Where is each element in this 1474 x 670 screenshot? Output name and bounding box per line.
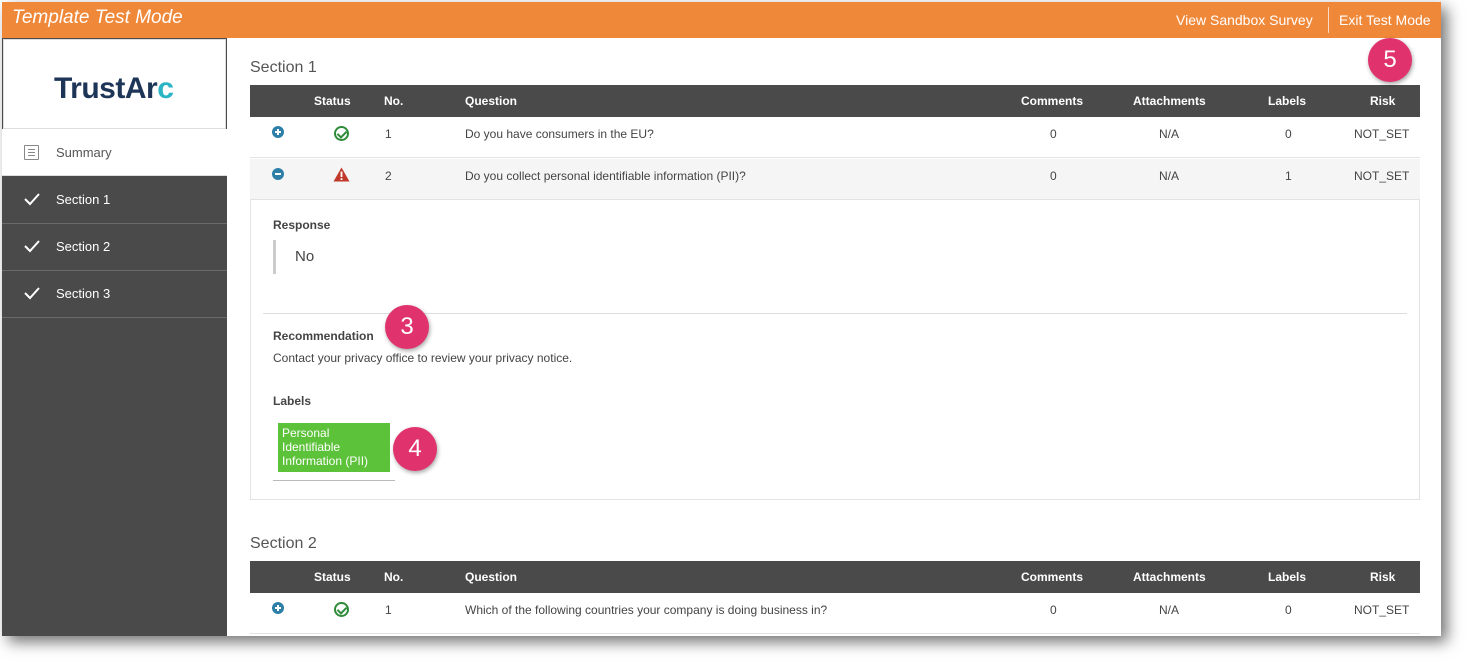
col-status: Status: [314, 570, 351, 584]
app-window: Template Test Mode View Sandbox Survey E…: [2, 2, 1441, 636]
row-no: 1: [385, 127, 392, 141]
table-row: 1 Which of the following countries your …: [250, 593, 1420, 634]
sidebar-item-label: Section 2: [56, 239, 111, 254]
row-labels: 0: [1285, 603, 1292, 617]
label-chip-pii: Personal Identifiable Information (PII): [278, 423, 390, 472]
trustarc-logo: TrustArc: [54, 72, 174, 105]
row-comments: 0: [1050, 127, 1057, 141]
main-content: Section 1 Status No. Question Comments A…: [227, 38, 1441, 636]
col-attachments: Attachments: [1133, 94, 1206, 108]
topbar-divider: [1328, 7, 1329, 33]
callout-badge-5: 5: [1368, 38, 1412, 82]
row-risk: NOT_SET: [1354, 169, 1410, 183]
divider: [263, 313, 1407, 314]
recommendation-text: Contact your privacy office to review yo…: [273, 351, 573, 365]
sidebar-item-label: Section 1: [56, 192, 111, 207]
divider: [273, 480, 395, 481]
col-question: Question: [465, 94, 518, 108]
row-risk: NOT_SET: [1354, 603, 1410, 617]
warning-icon: [333, 167, 350, 182]
expand-plus-icon[interactable]: [272, 126, 284, 138]
row-attachments: N/A: [1159, 169, 1180, 183]
row-attachments: N/A: [1159, 603, 1180, 617]
mode-title: Template Test Mode: [12, 7, 183, 28]
check-icon: [24, 240, 40, 253]
top-bar: Template Test Mode View Sandbox Survey E…: [2, 2, 1441, 38]
row-comments: 0: [1050, 603, 1057, 617]
col-labels: Labels: [1268, 570, 1307, 584]
section-title: Section 1: [250, 59, 317, 76]
row-labels: 0: [1285, 127, 1292, 141]
check-icon: [24, 193, 40, 206]
callout-badge-4: 4: [393, 427, 437, 471]
col-attachments: Attachments: [1133, 570, 1206, 584]
col-no: No.: [384, 570, 404, 584]
collapse-minus-icon[interactable]: [272, 168, 284, 180]
table-header: Status No. Question Comments Attachments…: [250, 85, 1420, 117]
sidebar-item-label: Summary: [56, 145, 112, 160]
row-attachments: N/A: [1159, 127, 1180, 141]
labels-heading: Labels: [273, 394, 312, 408]
sidebar-item-section-2[interactable]: Section 2: [2, 224, 227, 271]
callout-badge-3: 3: [385, 305, 429, 349]
col-question: Question: [465, 570, 518, 584]
response-value: No: [295, 248, 315, 265]
table-row: 2 Do you collect personal identifiable i…: [250, 159, 1420, 200]
check-circle-icon: [334, 126, 349, 141]
check-circle-icon: [334, 602, 349, 617]
table-header: Status No. Question Comments Attachments…: [250, 561, 1420, 593]
response-quote-bar: [273, 240, 276, 274]
logo-box: TrustArc: [3, 39, 226, 129]
row-risk: NOT_SET: [1354, 127, 1410, 141]
row-question: Do you collect personal identifiable inf…: [465, 169, 746, 183]
row-labels: 1: [1285, 169, 1292, 183]
sidebar: TrustArc Summary Section 1 Section 2 Sec…: [2, 38, 227, 636]
row-question: Which of the following countries your co…: [465, 603, 828, 617]
col-no: No.: [384, 94, 404, 108]
row-no: 2: [385, 169, 392, 183]
list-icon: [24, 145, 39, 160]
col-risk: Risk: [1370, 570, 1396, 584]
col-risk: Risk: [1370, 94, 1396, 108]
sidebar-item-label: Section 3: [56, 286, 111, 301]
sidebar-item-summary[interactable]: Summary: [2, 129, 227, 176]
row-no: 1: [385, 603, 392, 617]
row-question: Do you have consumers in the EU?: [465, 127, 654, 141]
section-title: Section 2: [250, 535, 317, 552]
sidebar-item-section-3[interactable]: Section 3: [2, 271, 227, 318]
check-icon: [24, 287, 40, 300]
exit-test-mode-link[interactable]: Exit Test Mode: [1339, 12, 1431, 28]
col-comments: Comments: [1021, 94, 1084, 108]
recommendation-heading: Recommendation: [273, 329, 374, 343]
col-comments: Comments: [1021, 570, 1084, 584]
response-heading: Response: [273, 218, 331, 232]
expand-plus-icon[interactable]: [272, 602, 284, 614]
col-status: Status: [314, 94, 351, 108]
table-row: 1 Do you have consumers in the EU? 0 N/A…: [250, 117, 1420, 158]
view-sandbox-survey-link[interactable]: View Sandbox Survey: [1176, 12, 1313, 28]
sidebar-item-section-1[interactable]: Section 1: [2, 177, 227, 224]
row-comments: 0: [1050, 169, 1057, 183]
col-labels: Labels: [1268, 94, 1307, 108]
